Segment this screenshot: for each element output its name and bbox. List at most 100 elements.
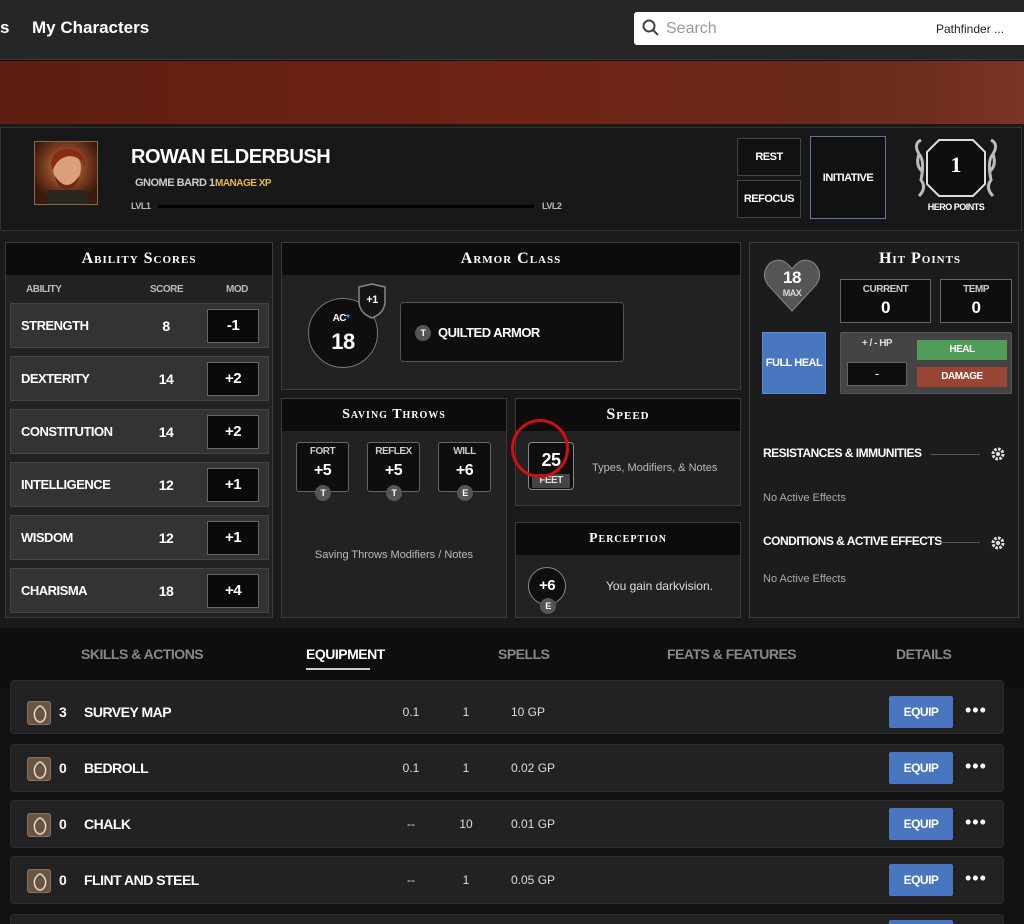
- equip-button[interactable]: EQUIP: [889, 808, 953, 840]
- top-nav: s My Characters Pathfinder ...: [0, 0, 1024, 60]
- save-will[interactable]: WILL +6 E: [438, 442, 491, 501]
- ability-modifier[interactable]: +2: [207, 362, 259, 396]
- save-proficiency-badge: E: [457, 485, 473, 501]
- equipment-row-partial: [10, 914, 1004, 924]
- temp-hp-box[interactable]: TEMP 0: [940, 279, 1012, 323]
- character-portrait[interactable]: [34, 141, 98, 205]
- item-price: 0.01 GP: [511, 817, 556, 831]
- hp-adjust-panel: + / - HP - HEAL DAMAGE: [840, 332, 1012, 394]
- speed-panel: Speed 25 FEET Types, Modifiers, & Notes: [511, 398, 741, 506]
- equip-button[interactable]: EQUIP: [889, 696, 953, 728]
- hp-adjust-input[interactable]: -: [847, 362, 907, 386]
- ability-modifier[interactable]: +4: [207, 574, 259, 608]
- heal-button[interactable]: HEAL: [917, 340, 1007, 360]
- equip-button[interactable]: EQUIP: [889, 864, 953, 896]
- initiative-button[interactable]: INITIATIVE: [810, 136, 886, 219]
- armor-item[interactable]: T QUILTED ARMOR: [400, 302, 624, 362]
- character-banner: [0, 61, 1024, 124]
- nav-my-characters[interactable]: My Characters: [32, 18, 149, 38]
- refocus-button[interactable]: REFOCUS: [737, 180, 801, 218]
- tab-equipment[interactable]: EQUIPMENT: [306, 646, 385, 662]
- item-bulk: --: [407, 817, 415, 831]
- ability-score: 14: [158, 424, 174, 440]
- perception-panel: Perception +6 E You gain darkvision.: [515, 522, 741, 618]
- more-options-icon[interactable]: •••: [965, 868, 987, 889]
- tab-spells[interactable]: SPELLS: [498, 646, 550, 662]
- ability-row-dexterity[interactable]: DEXTERITY 14 +2: [10, 356, 269, 401]
- active-tab-underline: [306, 668, 370, 670]
- current-hp-label: CURRENT: [862, 284, 909, 295]
- item-price: 0.02 GP: [511, 761, 556, 775]
- shield-bonus[interactable]: +1: [357, 283, 387, 319]
- item-count: 1: [462, 873, 470, 887]
- ability-name: WISDOM: [21, 530, 73, 545]
- save-fort[interactable]: FORT +5 T: [296, 442, 349, 501]
- conditions-gear-icon[interactable]: [990, 535, 1006, 551]
- ability-name: INTELLIGENCE: [21, 477, 111, 492]
- ability-modifier[interactable]: -1: [207, 309, 259, 343]
- item-bag-icon: [27, 701, 51, 725]
- item-count: 10: [459, 817, 473, 831]
- search-input[interactable]: [666, 12, 926, 45]
- item-bag-icon: [27, 813, 51, 837]
- ability-modifier[interactable]: +2: [207, 415, 259, 449]
- item-name[interactable]: SURVEY MAP: [84, 704, 172, 720]
- ability-score: 12: [158, 477, 174, 493]
- equip-button[interactable]: EQUIP: [889, 752, 953, 784]
- saving-throws-notes[interactable]: Saving Throws Modifiers / Notes: [282, 549, 506, 561]
- character-name: ROWAN ELDERBUSH: [131, 146, 331, 168]
- damage-button[interactable]: DAMAGE: [917, 367, 1007, 387]
- tab-details[interactable]: DETAILS: [896, 646, 952, 662]
- armor-class-panel: Armor Class AC* 18 +1 T QUILTED ARMOR: [281, 242, 741, 390]
- hit-points-title: Hit Points: [878, 250, 962, 267]
- equipment-row[interactable]: 0 CHALK -- 10 0.01 GP EQUIP •••: [10, 800, 1004, 848]
- ac-value: 18: [331, 329, 355, 354]
- speed-notes[interactable]: Types, Modifiers, & Notes: [592, 462, 717, 474]
- rest-button[interactable]: REST: [737, 138, 801, 176]
- equipment-row[interactable]: 0 BEDROLL 0.1 1 0.02 GP EQUIP •••: [10, 744, 1004, 792]
- more-options-icon[interactable]: •••: [965, 700, 987, 721]
- tab-skills-actions[interactable]: SKILLS & ACTIONS: [81, 646, 204, 662]
- save-name: FORT: [309, 446, 336, 457]
- temp-hp-label: TEMP: [963, 284, 989, 295]
- more-options-icon[interactable]: •••: [965, 756, 987, 777]
- item-quantity: 0: [59, 872, 67, 888]
- nav-truncated-link[interactable]: s: [0, 18, 9, 38]
- ability-row-intelligence[interactable]: INTELLIGENCE 12 +1: [10, 462, 269, 507]
- equip-button-partial[interactable]: [889, 920, 953, 924]
- manage-xp-link[interactable]: MANAGE XP: [215, 178, 272, 189]
- mod-col-header: MOD: [226, 284, 248, 295]
- temp-hp-value: 0: [971, 298, 981, 317]
- equipment-row[interactable]: 0 FLINT AND STEEL -- 1 0.05 GP EQUIP •••: [10, 856, 1004, 904]
- ability-modifier[interactable]: +1: [207, 468, 259, 502]
- item-name[interactable]: CHALK: [84, 816, 131, 832]
- search-bar: Pathfinder ...: [634, 12, 1024, 45]
- hero-points[interactable]: 1 HERO POINTS: [911, 136, 1001, 216]
- current-hp-box[interactable]: CURRENT 0: [840, 279, 931, 323]
- current-hp-value: 0: [881, 298, 890, 317]
- item-quantity: 0: [59, 760, 67, 776]
- item-name[interactable]: BEDROLL: [84, 760, 149, 776]
- item-name[interactable]: FLINT AND STEEL: [84, 872, 199, 888]
- character-ancestry-class: GNOME BARD 1: [135, 177, 215, 189]
- resistances-gear-icon[interactable]: [990, 446, 1006, 462]
- ability-row-constitution[interactable]: CONSTITUTION 14 +2: [10, 409, 269, 454]
- tab-feats-features[interactable]: FEATS & FEATURES: [667, 646, 797, 662]
- ability-row-wisdom[interactable]: WISDOM 12 +1: [10, 515, 269, 560]
- conditions-divider: [940, 542, 980, 543]
- save-value: +5: [384, 462, 403, 479]
- game-system-select[interactable]: Pathfinder ...: [936, 22, 1004, 36]
- ability-row-charisma[interactable]: CHARISMA 18 +4: [10, 568, 269, 613]
- item-bulk: --: [407, 873, 415, 887]
- save-reflex[interactable]: REFLEX +5 T: [367, 442, 420, 501]
- equipment-row[interactable]: 3 SURVEY MAP 0.1 1 10 GP EQUIP •••: [10, 680, 1004, 734]
- ability-name: CONSTITUTION: [21, 424, 113, 439]
- ability-score: 14: [158, 371, 174, 387]
- ability-modifier[interactable]: +1: [207, 521, 259, 555]
- ability-row-strength[interactable]: STRENGTH 8 -1: [10, 303, 269, 348]
- more-options-icon[interactable]: •••: [965, 812, 987, 833]
- ability-name: STRENGTH: [21, 318, 89, 333]
- full-heal-button[interactable]: FULL HEAL: [762, 332, 826, 394]
- item-price: 10 GP: [511, 705, 546, 719]
- shield-bonus-value: +1: [366, 294, 378, 306]
